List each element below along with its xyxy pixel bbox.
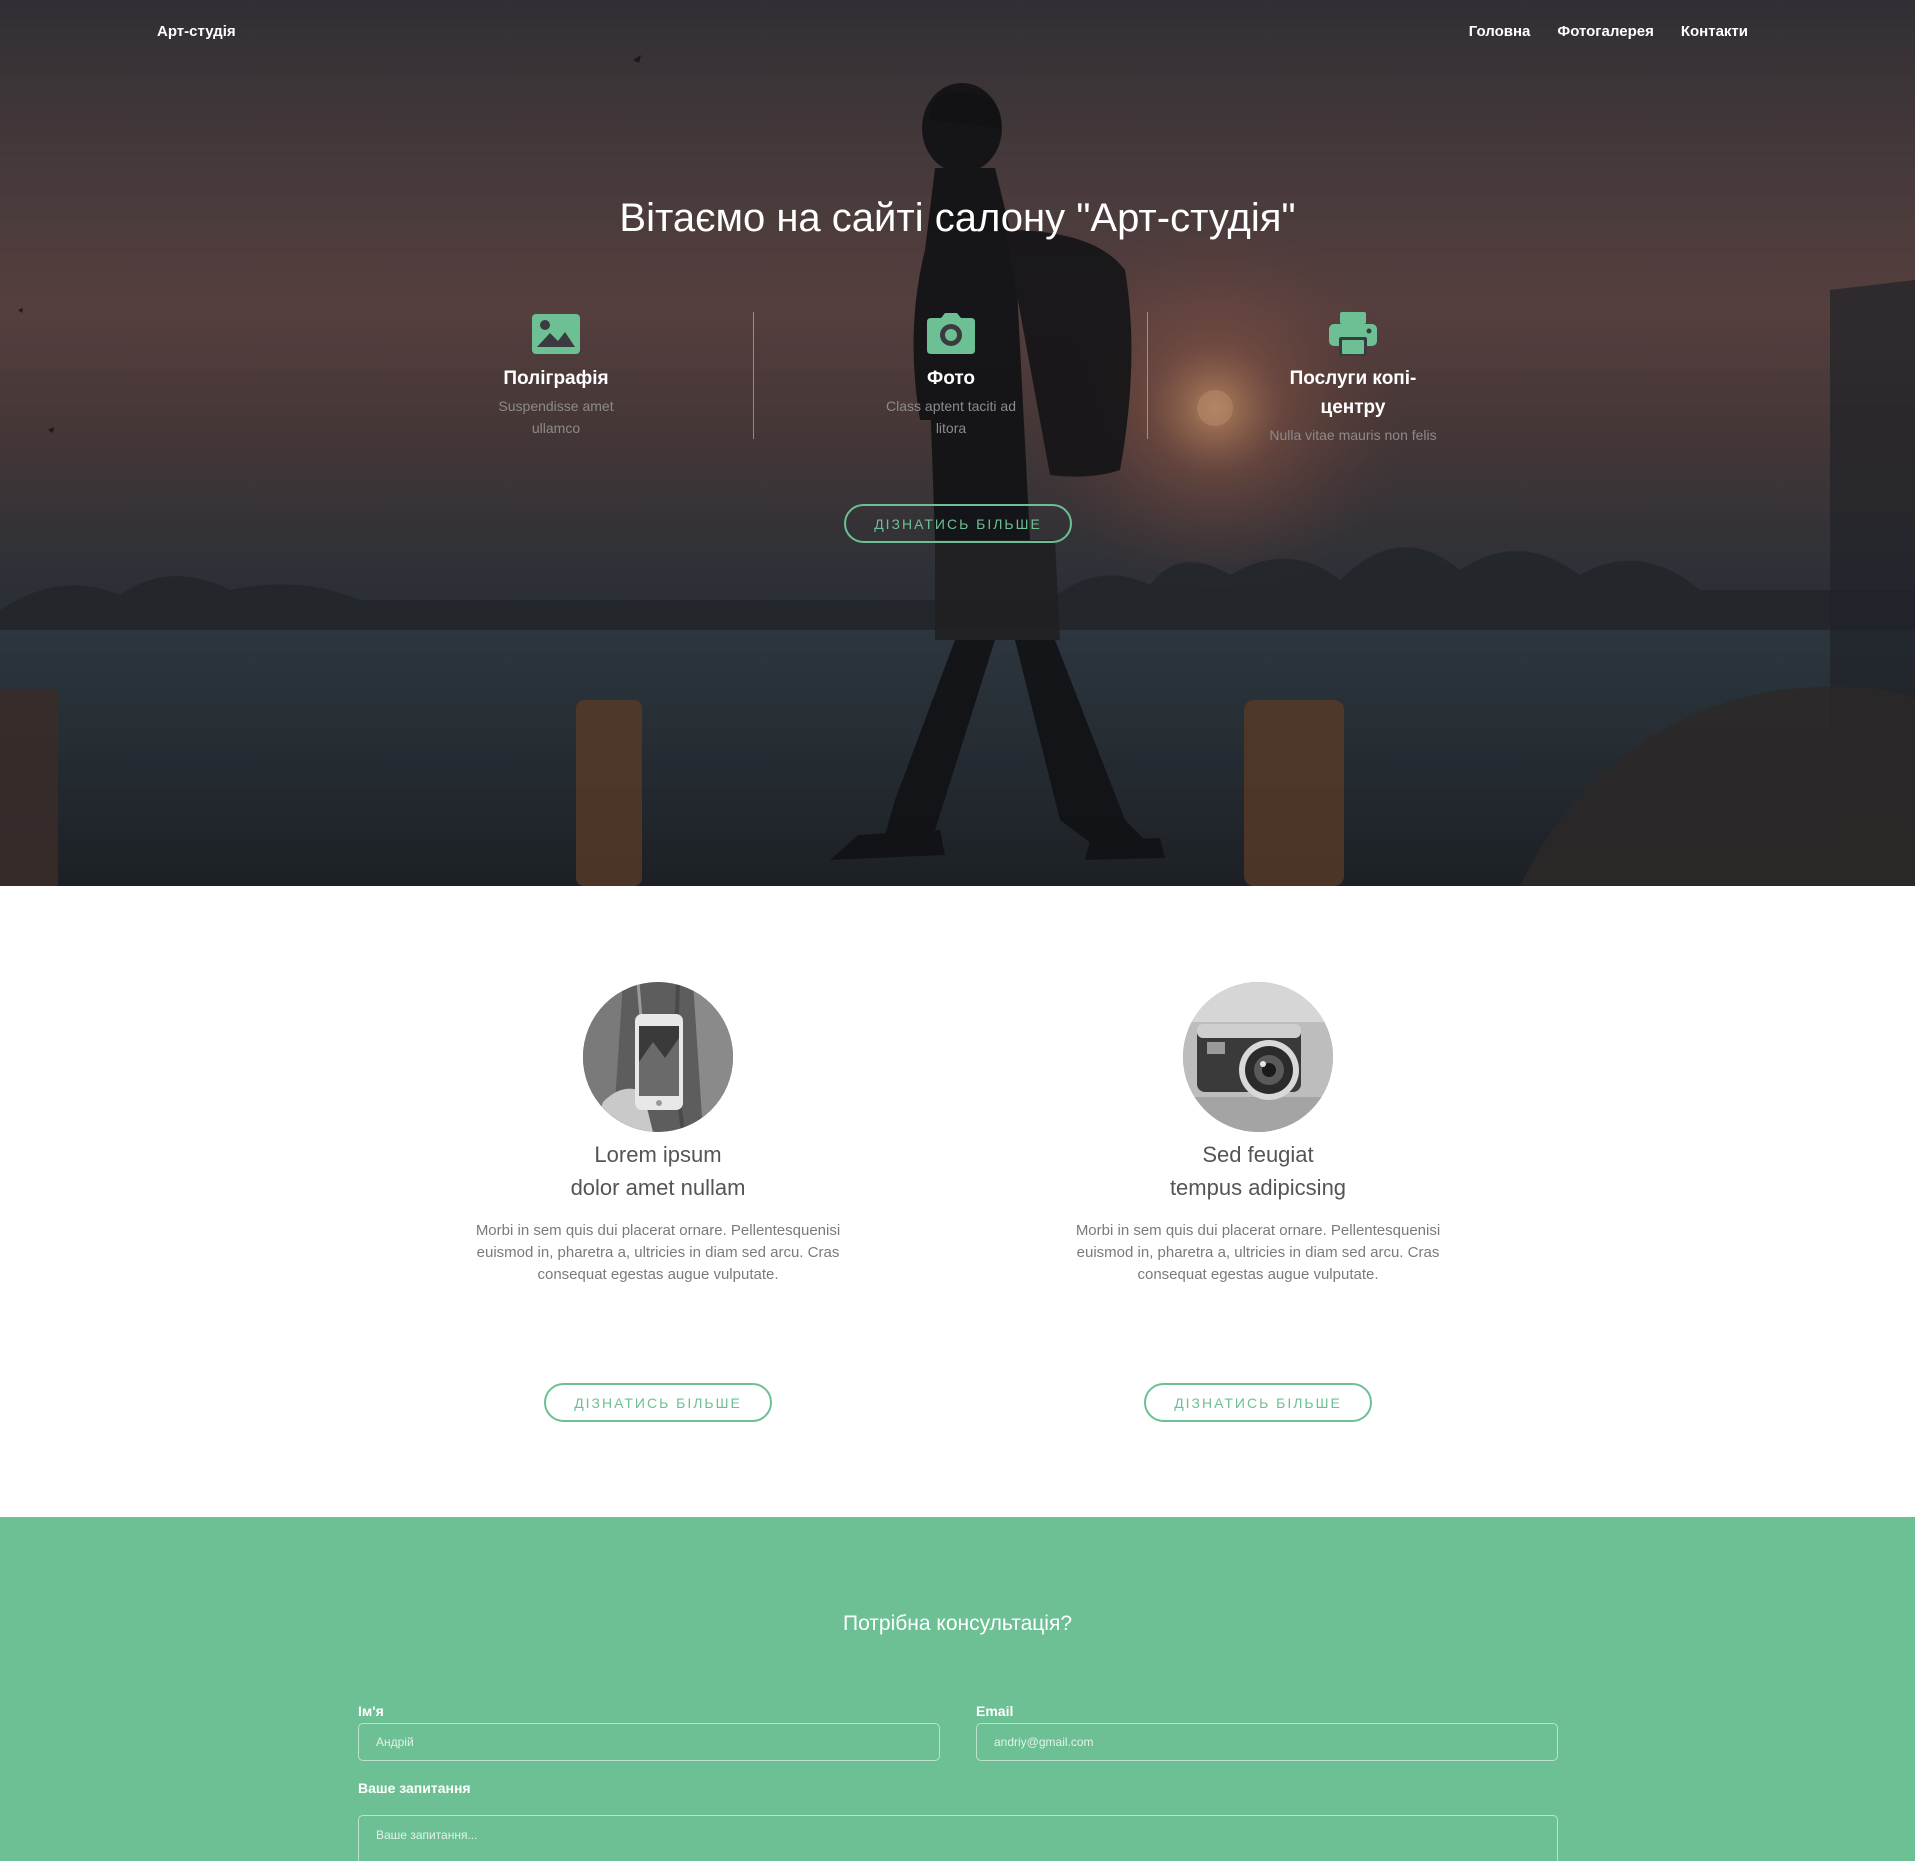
- service-title: Lorem ipsum dolor amet nullam: [570, 1142, 746, 1200]
- contact-section: Потрібна консультація? Ім'я Email Ваше з…: [0, 1517, 1915, 1875]
- learn-more-button[interactable]: ДІЗНАТИСЬ БІЛЬШЕ: [1144, 1383, 1372, 1422]
- email-label: Email: [976, 1703, 1014, 1719]
- feature-title: Фото: [926, 368, 975, 389]
- hero-overlay: [0, 0, 1915, 886]
- feature-polygraphy: Поліграфія Suspendisse amet ullamco: [436, 310, 676, 439]
- name-label: Ім'я: [358, 1703, 384, 1719]
- feature-divider: [753, 312, 754, 439]
- hero-title: Вітаємо на сайті салону "Арт-студія": [619, 196, 1296, 240]
- feature-title: Поліграфія: [503, 368, 609, 389]
- nav-link-home[interactable]: Головна: [1469, 23, 1531, 40]
- brand-logo[interactable]: Арт-студія: [157, 23, 236, 40]
- printer-icon: [1329, 312, 1377, 356]
- learn-more-button[interactable]: ДІЗНАТИСЬ БІЛЬШЕ: [844, 504, 1072, 543]
- service-title: Sed feugiat tempus adipicsing: [1169, 1142, 1347, 1200]
- camera-icon: [927, 313, 975, 354]
- navbar: Арт-студія Головна Фотогалерея Контакти: [0, 0, 1915, 66]
- nav-link-gallery[interactable]: Фотогалерея: [1557, 23, 1653, 40]
- service-text: Morbi in sem quis dui placerat ornare. P…: [1075, 1222, 1441, 1283]
- feature-copy-center: Послуги копі-центру Nulla vitae mauris n…: [1233, 310, 1473, 446]
- feature-text: Suspendisse amet ullamco: [498, 398, 614, 436]
- question-label: Ваше запитання: [358, 1780, 471, 1796]
- feature-divider: [1147, 312, 1148, 439]
- service-image-phone: [583, 982, 733, 1132]
- nav-link-contacts[interactable]: Контакти: [1681, 23, 1748, 40]
- feature-text: Class aptent taciti ad litora: [886, 398, 1016, 436]
- service-text: Morbi in sem quis dui placerat ornare. P…: [475, 1222, 841, 1283]
- hero-section: Арт-студія Головна Фотогалерея Контакти …: [0, 0, 1915, 886]
- name-input[interactable]: [358, 1723, 940, 1761]
- contact-title: Потрібна консультація?: [842, 1612, 1072, 1635]
- question-textarea[interactable]: [358, 1815, 1558, 1875]
- feature-title: Послуги копі-центру: [1289, 368, 1417, 418]
- services-section: Lorem ipsum dolor amet nullam Morbi in s…: [0, 886, 1915, 1517]
- learn-more-button[interactable]: ДІЗНАТИСЬ БІЛЬШЕ: [544, 1383, 772, 1422]
- service-image-camera: [1183, 982, 1333, 1132]
- email-input[interactable]: [976, 1723, 1558, 1761]
- feature-photo: Фото Class aptent taciti ad litora: [831, 310, 1071, 439]
- feature-text: Nulla vitae mauris non felis: [1269, 427, 1437, 443]
- nav-links: Головна Фотогалерея Контакти: [1469, 23, 1748, 40]
- image-icon: [532, 314, 580, 354]
